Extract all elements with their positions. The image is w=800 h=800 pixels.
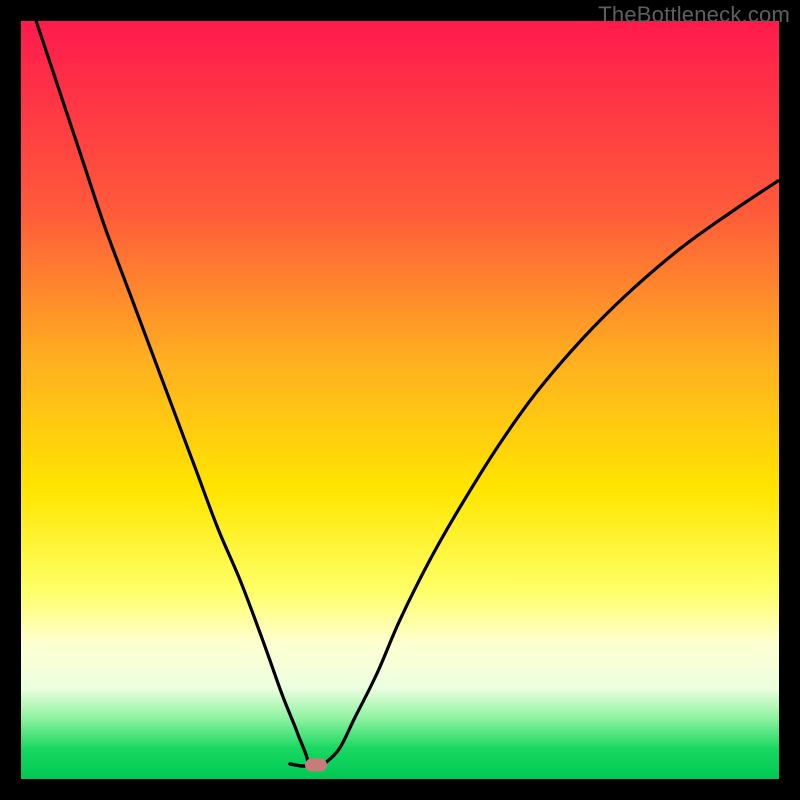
minimum-marker	[305, 759, 327, 772]
bottleneck-curve	[21, 21, 779, 779]
chart-plot-area	[21, 21, 779, 779]
curve-path	[36, 21, 779, 766]
watermark-text: TheBottleneck.com	[598, 2, 790, 28]
